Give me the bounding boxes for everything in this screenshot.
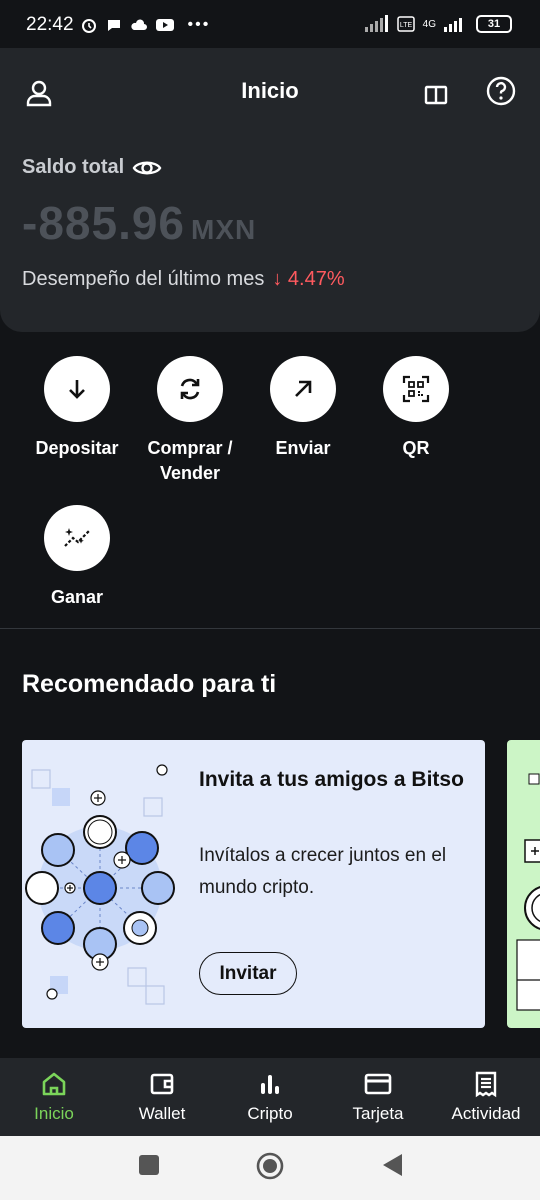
receipt-icon: [475, 1071, 497, 1098]
performance-value: ↓ 4.47%: [272, 268, 345, 290]
chat-icon: [107, 20, 120, 31]
action-label: Ganar: [50, 587, 104, 607]
youtube-icon: [155, 19, 174, 31]
balance-currency: MXN: [191, 214, 257, 245]
network-illustration: [25, 764, 175, 1005]
nav-label: Inicio: [34, 1104, 74, 1123]
action-enviar[interactable]: Enviar: [248, 356, 358, 461]
nav-label: Cripto: [247, 1104, 293, 1123]
action-label-line-2: Vender: [159, 463, 221, 483]
recents-icon[interactable]: [138, 1154, 160, 1176]
arrow-down-icon: [69, 380, 85, 399]
nav-label: Wallet: [138, 1104, 186, 1123]
performance-label: Desempeño del último mes: [22, 268, 265, 290]
action-qr[interactable]: QR: [361, 356, 471, 461]
layout-button[interactable]: [424, 84, 448, 111]
back-icon[interactable]: [380, 1152, 404, 1178]
more-notifications-icon: •••: [187, 16, 211, 33]
action-comprar-vender[interactable]: Comprar / Vender: [135, 356, 245, 486]
battery-icon: 31: [476, 15, 512, 33]
bottom-navigation: Inicio Wallet Cripto Tarjeta Actividad: [0, 1058, 540, 1136]
recommendation-card[interactable]: Invita a tus amigos a Bitso Invítalos a …: [22, 740, 485, 1028]
performance-row: Desempeño del último mes ↓ 4.47%: [22, 268, 345, 291]
arrow-up-right-icon: [295, 380, 312, 397]
action-label-line-1: Comprar /: [147, 438, 233, 458]
home-system-icon[interactable]: [256, 1152, 284, 1180]
action-label: Comprar / Vender: [135, 436, 245, 486]
section-divider: [0, 628, 540, 629]
volte-icon: LTE: [396, 16, 415, 32]
svg-text:LTE: LTE: [399, 22, 412, 29]
action-label: Depositar: [35, 438, 119, 458]
bar-chart-icon: [261, 1075, 279, 1094]
sparkle-chart-icon: [64, 528, 90, 547]
nav-label: Actividad: [451, 1104, 521, 1123]
card-illustration: [516, 773, 540, 1011]
balance-amount-row: -885.96 MXN: [22, 196, 256, 250]
action-label: QR: [402, 438, 430, 458]
card-icon: [364, 1073, 392, 1095]
status-time: 22:42: [26, 14, 74, 35]
nav-item-inicio[interactable]: Inicio: [0, 1058, 108, 1136]
balance-label: Saldo total: [22, 156, 125, 178]
card-title: Invita a tus amigos a Bitso: [199, 768, 464, 791]
network-type: 4G: [422, 18, 436, 30]
wallet-icon: [150, 1073, 174, 1095]
nav-item-actividad[interactable]: Actividad: [432, 1058, 540, 1136]
section-title: Recomendado para ti: [22, 670, 277, 698]
help-button[interactable]: [486, 76, 516, 111]
qr-icon: [402, 375, 430, 403]
balance-label-row: Saldo total: [22, 156, 162, 179]
home-icon: [42, 1072, 66, 1096]
next-recommendation-card[interactable]: [507, 740, 540, 1028]
system-navigation: [0, 1136, 540, 1200]
balance-amount: -885.96: [22, 197, 186, 249]
page-title: Inicio: [241, 78, 299, 103]
status-bar: 22:42 ••• LTE 4G 31: [0, 0, 540, 50]
nav-label: Tarjeta: [352, 1104, 404, 1123]
cloud-icon: [130, 19, 147, 30]
split-view-icon: [424, 85, 448, 105]
eye-icon[interactable]: [132, 157, 162, 179]
exchange-icon: [180, 378, 200, 400]
signal-icon-2: [444, 18, 462, 32]
action-depositar[interactable]: Depositar: [22, 356, 132, 461]
signal-icon: [364, 15, 388, 32]
nav-item-cripto[interactable]: Cripto: [216, 1058, 324, 1136]
action-label: Enviar: [275, 438, 331, 458]
action-ganar[interactable]: Ganar: [22, 505, 132, 610]
card-description: Invítalos a crecer juntos en el mundo cr…: [199, 845, 447, 898]
balance-header: Inicio Saldo total -885.96 MXN Desempeño …: [0, 48, 540, 332]
invite-button[interactable]: Invitar: [199, 952, 297, 995]
question-icon: [486, 76, 516, 106]
nav-item-tarjeta[interactable]: Tarjeta: [324, 1058, 432, 1136]
nav-item-wallet[interactable]: Wallet: [108, 1058, 216, 1136]
alarm-icon: [81, 19, 96, 33]
